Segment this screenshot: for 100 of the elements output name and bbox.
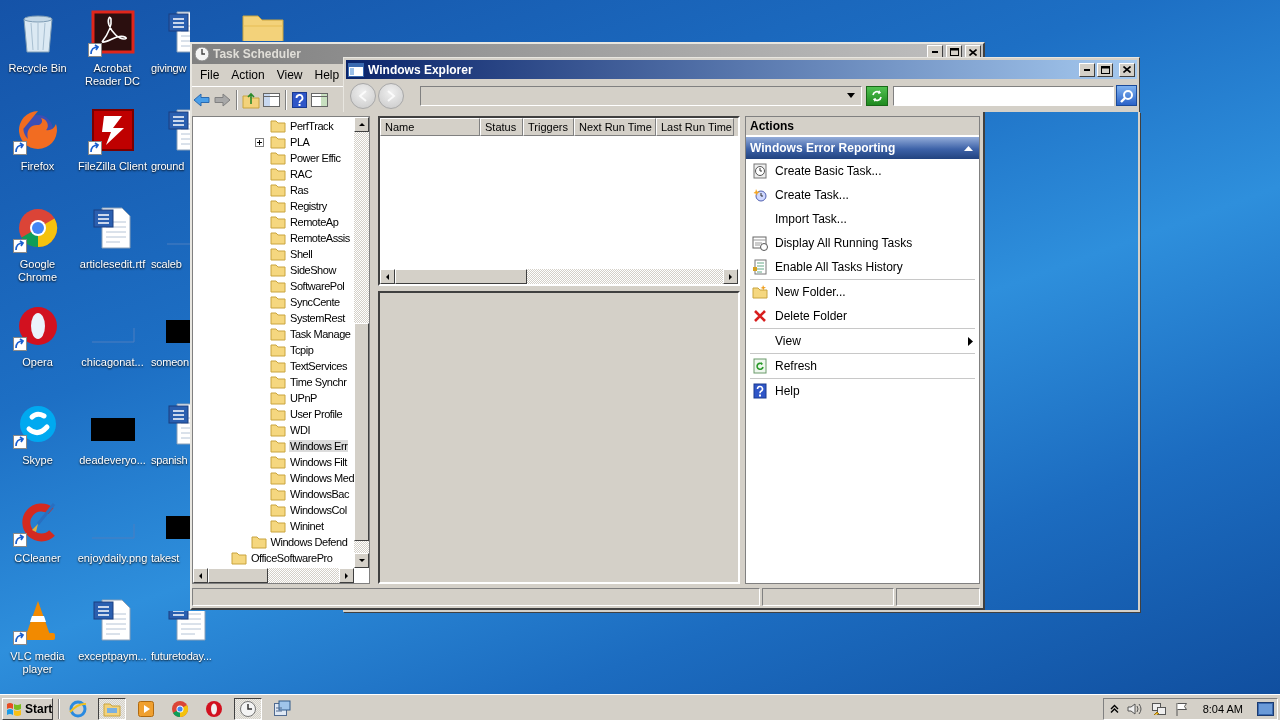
pane-command[interactable]: Enable All Tasks History (746, 255, 979, 279)
search-button[interactable] (1116, 85, 1137, 106)
desktop-icon-label[interactable]: someon (150, 356, 189, 369)
dropdown-arrow-icon[interactable] (847, 93, 855, 98)
desktop-icon-label[interactable]: futuretoday... (150, 650, 212, 663)
pane-command[interactable]: Help (746, 379, 979, 403)
menu-item[interactable]: Action (225, 66, 271, 84)
tree-item[interactable]: Windows Filt (289, 456, 348, 468)
desktop-icon-label[interactable]: Google Chrome (6, 258, 69, 284)
desktop-icon-label[interactable]: ground (150, 160, 185, 173)
scroll-left-button[interactable] (380, 269, 395, 284)
scroll-up-button[interactable] (354, 117, 369, 132)
column-header[interactable]: Next Run Time (574, 118, 656, 136)
desktop-icon-label[interactable]: Skype (22, 454, 53, 467)
tree-item[interactable]: RAC (289, 168, 313, 180)
tree-item[interactable]: RemoteAp (289, 216, 340, 228)
speaker-icon[interactable] (1126, 701, 1143, 716)
tree-item[interactable]: WindowsBac (289, 488, 351, 500)
tree-item[interactable]: User Profile (289, 408, 344, 420)
tree-item[interactable]: Registry (289, 200, 328, 212)
pane-command[interactable]: New Folder... (746, 280, 979, 304)
tree-item[interactable]: Wininet (289, 520, 325, 532)
tree-item[interactable]: UPnP (289, 392, 318, 404)
maximize-button[interactable] (1097, 62, 1113, 77)
menu-item[interactable]: Help (308, 66, 346, 84)
tree-item[interactable]: OfficeSoftwarePro (250, 552, 334, 564)
back-arrow-icon[interactable] (192, 90, 211, 109)
folder-up-icon[interactable] (242, 90, 260, 109)
desktop-icon-label[interactable]: takest (150, 552, 180, 565)
search-field[interactable] (893, 85, 1114, 106)
tree-item[interactable]: SoftwarePol (289, 280, 346, 292)
scrollbar-thumb[interactable] (208, 568, 268, 583)
desktop-icon-label[interactable]: Acrobat Reader DC (76, 62, 149, 88)
column-header[interactable]: Status (480, 118, 523, 136)
tree-item[interactable]: TextServices (289, 360, 348, 372)
expand-button[interactable] (255, 137, 264, 147)
pane-command[interactable]: View (746, 329, 979, 353)
scroll-left-button[interactable] (193, 568, 208, 583)
column-header[interactable]: Name (380, 118, 480, 136)
scrollbar-thumb[interactable] (354, 323, 369, 541)
pane-command[interactable]: Display All Running Tasks (746, 231, 979, 255)
show-desktop-icon[interactable] (1257, 701, 1274, 716)
refresh-button[interactable] (866, 85, 888, 106)
tree-item[interactable]: PerfTrack (289, 120, 335, 132)
pane-command[interactable]: Import Task... (746, 207, 979, 231)
desktop-icon-label[interactable]: articlesedit.rtf (79, 258, 146, 271)
desktop-icon-label[interactable]: Recycle Bin (8, 62, 67, 75)
desktop-icon-label[interactable]: givingw (150, 62, 187, 75)
menu-item[interactable]: View (270, 66, 309, 84)
desktop-icon-label[interactable]: exceptpaym... (78, 650, 147, 663)
scrollbar-thumb[interactable] (395, 269, 527, 284)
desktop-icon-label[interactable]: Firefox (20, 160, 55, 173)
tree-item[interactable]: SystemRest (289, 312, 346, 324)
flag-icon[interactable] (1174, 701, 1189, 716)
tree-pane-icon[interactable] (262, 90, 281, 109)
column-header[interactable]: Triggers (523, 118, 574, 136)
desktop-icon-label[interactable]: FileZilla Client (77, 160, 148, 173)
chevron-up-icon[interactable] (1109, 704, 1119, 713)
section-header[interactable]: Windows Error Reporting (746, 137, 979, 159)
tree-item[interactable]: Ras (289, 184, 310, 196)
desktop-icon-label[interactable]: spanish (150, 454, 188, 467)
desktop-icon-label[interactable]: chicagonat... (81, 356, 144, 369)
tree-item[interactable]: Power Effic (289, 152, 342, 164)
action-pane-icon[interactable] (310, 90, 329, 109)
start-button[interactable]: Start (2, 697, 53, 720)
clock-time[interactable]: 8:04 AM (1202, 702, 1243, 715)
minimize-button[interactable] (1079, 62, 1095, 77)
network-icon[interactable] (1150, 700, 1167, 717)
taskbar-button[interactable] (234, 697, 262, 720)
tree-item[interactable]: Time Synchr (289, 376, 348, 388)
tree-item[interactable]: Windows Defend (269, 536, 349, 548)
tree-item[interactable]: SideShow (289, 264, 337, 276)
tree-item[interactable]: PLA (289, 136, 311, 148)
scroll-right-button[interactable] (339, 568, 354, 583)
desktop-icon-label[interactable]: CCleaner (14, 552, 61, 565)
menu-item[interactable]: File (194, 66, 226, 84)
tree-item[interactable]: Shell (289, 248, 314, 260)
desktop-icon-label[interactable]: deadeveryo... (79, 454, 146, 467)
pane-command[interactable]: Refresh (746, 354, 979, 378)
desktop-icon-label[interactable]: scaleb (150, 258, 182, 271)
tree-item[interactable]: SyncCente (289, 296, 341, 308)
pane-command[interactable]: Create Task... (746, 183, 979, 207)
desktop-icon-label[interactable]: enjoydaily.png (77, 552, 148, 565)
help-icon[interactable] (291, 90, 308, 109)
pane-command[interactable]: Create Basic Task... (746, 159, 979, 183)
tree-item[interactable]: Windows Err (289, 440, 349, 452)
forward-arrow-icon[interactable] (213, 90, 232, 109)
taskbar-button[interactable] (98, 697, 126, 720)
column-header[interactable]: Last Run Time (656, 118, 734, 136)
tree-item[interactable]: WDI (289, 424, 312, 436)
pane-command[interactable]: Delete Folder (746, 304, 979, 328)
collapse-arrow-icon[interactable] (964, 145, 973, 151)
tree-item[interactable]: Windows Med (289, 472, 354, 484)
desktop-icon-label[interactable]: VLC media player (6, 650, 69, 676)
tree-item[interactable]: Task Manage (289, 328, 352, 340)
address-bar[interactable] (420, 85, 862, 106)
tree-item[interactable]: RemoteAssis (289, 232, 351, 244)
close-button[interactable] (1119, 62, 1135, 77)
scroll-right-button[interactable] (723, 269, 738, 284)
scroll-down-button[interactable] (354, 553, 369, 568)
